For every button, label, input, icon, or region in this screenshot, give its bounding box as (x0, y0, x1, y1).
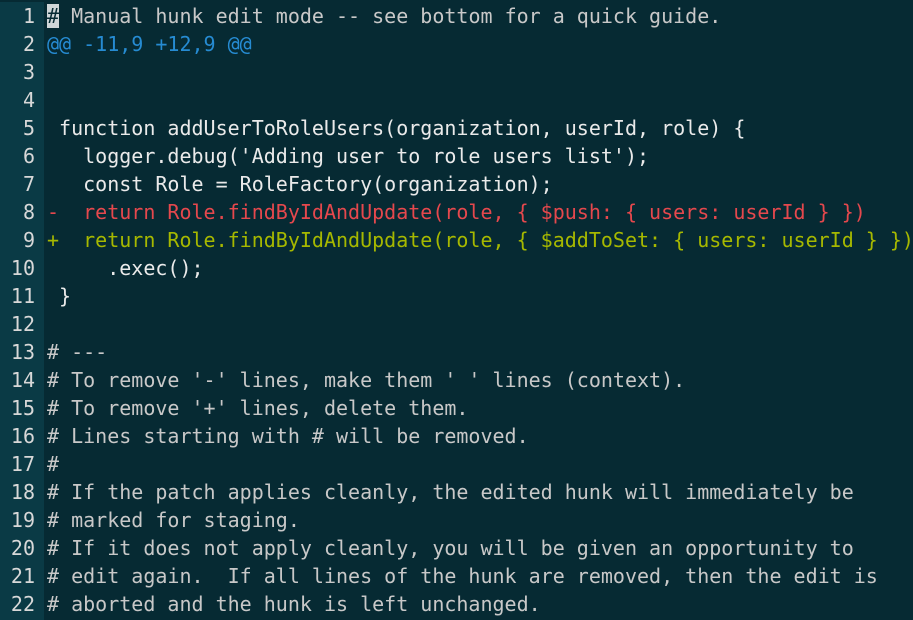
editor-line[interactable]: 8 - return Role.findByIdAndUpdate(role, {… (0, 198, 913, 226)
line-number: 8 (22, 200, 35, 224)
line-content: .exec(); (47, 256, 204, 280)
line-content: # To remove '-' lines, make them ' ' lin… (47, 368, 686, 392)
line-number: 22 (10, 592, 35, 616)
line-number: 12 (10, 312, 35, 336)
line-number: 5 (22, 116, 35, 140)
line-text-comment: # edit again. If all lines of the hunk a… (47, 562, 878, 590)
line-number: 17 (10, 452, 35, 476)
text-cursor: # (47, 4, 60, 28)
line-text-comment: # Lines starting with # will be removed. (47, 422, 529, 450)
editor-line[interactable]: 14 # To remove '-' lines, make them ' ' l… (0, 366, 913, 394)
line-text-comment: # If it does not apply cleanly, you will… (47, 534, 854, 562)
line-text-code: function addUserToRoleUsers(organization… (47, 114, 745, 142)
line-content: # marked for staging. (47, 508, 300, 532)
editor-line[interactable]: 18 # If the patch applies cleanly, the ed… (0, 478, 913, 506)
editor-line[interactable]: 10 .exec(); (0, 254, 913, 282)
line-number: 1 (22, 4, 35, 28)
line-number: 6 (22, 144, 35, 168)
line-number: 3 (22, 60, 35, 84)
editor-line[interactable]: 19 # marked for staging. (0, 506, 913, 534)
line-text-comment: # aborted and the hunk is left unchanged… (47, 590, 541, 618)
line-text-added: + return Role.findByIdAndUpdate(role, { … (47, 226, 913, 254)
line-content: + return Role.findByIdAndUpdate(role, { … (47, 228, 913, 252)
line-content: # To remove '+' lines, delete them. (47, 396, 469, 420)
line-content: # If the patch applies cleanly, the edit… (47, 480, 854, 504)
line-number: 13 (10, 340, 35, 364)
line-content: # Lines starting with # will be removed. (47, 424, 529, 448)
line-number: 9 (22, 228, 35, 252)
editor-line[interactable]: 16 # Lines starting with # will be remove… (0, 422, 913, 450)
line-text-comment: # --- (47, 338, 107, 366)
editor-line[interactable]: 22 # aborted and the hunk is left unchang… (0, 590, 913, 618)
line-text-comment: # To remove '-' lines, make them ' ' lin… (47, 366, 685, 394)
line-number: 7 (22, 172, 35, 196)
line-text-comment: # (47, 450, 59, 478)
line-content: const Role = RoleFactory(organization); (47, 172, 553, 196)
line-number: 16 (10, 424, 35, 448)
line-text-code: } (47, 282, 71, 310)
editor-line[interactable]: 11 } (0, 282, 913, 310)
line-content: # edit again. If all lines of the hunk a… (47, 564, 878, 588)
editor-line[interactable]: 4 (0, 86, 913, 114)
line-number: 11 (10, 284, 35, 308)
editor-line[interactable]: 20 # If it does not apply cleanly, you wi… (0, 534, 913, 562)
line-content: # (47, 452, 60, 476)
editor-line[interactable]: 1 # Manual hunk edit mode -- see bottom f… (0, 2, 913, 30)
line-content: # aborted and the hunk is left unchanged… (47, 592, 541, 616)
editor-line[interactable]: 5 function addUserToRoleUsers(organizati… (0, 114, 913, 142)
line-content: } (47, 284, 72, 308)
editor-line[interactable]: 7 const Role = RoleFactory(organization)… (0, 170, 913, 198)
line-text-comment: # Manual hunk edit mode -- see bottom fo… (47, 2, 721, 30)
line-number: 10 (10, 256, 35, 280)
line-number: 19 (10, 508, 35, 532)
line-number: 15 (10, 396, 35, 420)
line-content: # --- (47, 340, 108, 364)
editor-line[interactable]: 9 + return Role.findByIdAndUpdate(role, {… (0, 226, 913, 254)
editor-line[interactable]: 12 (0, 310, 913, 338)
line-text-hunk: @@ -11,9 +12,9 @@ (47, 30, 252, 58)
line-text-comment: # If the patch applies cleanly, the edit… (47, 478, 854, 506)
editor-line[interactable]: 17 # (0, 450, 913, 478)
line-text-removed: - return Role.findByIdAndUpdate(role, { … (47, 198, 866, 226)
line-content: @@ -11,9 +12,9 @@ (47, 32, 252, 56)
hunk-edit-editor[interactable]: 1 # Manual hunk edit mode -- see bottom f… (0, 0, 913, 620)
editor-line[interactable]: 6 logger.debug('Adding user to role user… (0, 142, 913, 170)
line-content: logger.debug('Adding user to role users … (47, 144, 650, 168)
editor-text-area[interactable]: 1 # Manual hunk edit mode -- see bottom f… (0, 2, 913, 618)
editor-line[interactable]: 2 @@ -11,9 +12,9 @@ (0, 30, 913, 58)
line-number: 14 (10, 368, 35, 392)
line-content: - return Role.findByIdAndUpdate(role, { … (47, 200, 866, 224)
line-number: 2 (22, 32, 35, 56)
line-text-comment: # marked for staging. (47, 506, 300, 534)
line-text-comment: # To remove '+' lines, delete them. (47, 394, 468, 422)
line-content: Manual hunk edit mode -- see bottom for … (59, 4, 722, 28)
line-content: function addUserToRoleUsers(organization… (47, 116, 746, 140)
line-number: 4 (22, 88, 35, 112)
line-content: # If it does not apply cleanly, you will… (47, 536, 854, 560)
editor-line[interactable]: 3 (0, 58, 913, 86)
line-text-code: .exec(); (47, 254, 204, 282)
line-number: 20 (10, 536, 35, 560)
line-number: 18 (10, 480, 35, 504)
editor-line[interactable]: 15 # To remove '+' lines, delete them. (0, 394, 913, 422)
editor-line[interactable]: 13 # --- (0, 338, 913, 366)
line-number: 21 (10, 564, 35, 588)
line-text-code: const Role = RoleFactory(organization); (47, 170, 553, 198)
editor-line[interactable]: 21 # edit again. If all lines of the hunk… (0, 562, 913, 590)
line-text-code: logger.debug('Adding user to role users … (47, 142, 649, 170)
